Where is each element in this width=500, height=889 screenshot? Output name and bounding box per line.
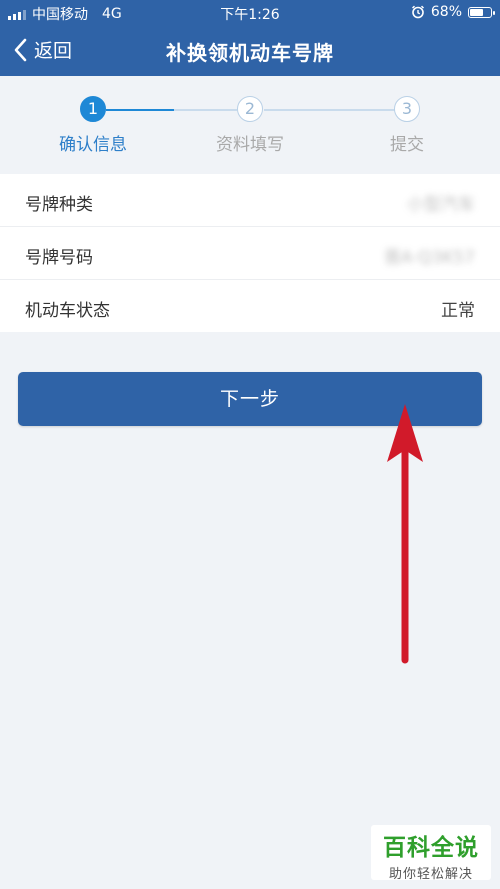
- plate-number-value: 晋A·Q3K57: [383, 248, 475, 268]
- step-1-number: 1: [80, 96, 106, 122]
- step-2-label: 资料填写: [216, 135, 284, 155]
- step-1: 1 确认信息: [43, 96, 143, 155]
- vehicle-status-value: 正常: [441, 301, 475, 321]
- progress-stepper: 1 确认信息 2 资料填写 3 提交: [0, 76, 500, 172]
- step-2-number: 2: [237, 96, 263, 122]
- nav-bar: 返回 补换领机动车号牌: [0, 26, 500, 76]
- step-2: 2 资料填写: [200, 96, 300, 155]
- battery-icon: [468, 6, 495, 18]
- baike-watermark-logo: 百科全说 助你轻松解决: [371, 825, 491, 882]
- alarm-icon: [411, 5, 424, 19]
- battery-percent: 68%: [430, 4, 462, 20]
- info-row-vehicle-status: 机动车状态 正常: [0, 280, 500, 332]
- status-bar: 中国移动 4G 下午1:26 68%: [0, 0, 500, 26]
- red-arrow-annotation: [387, 404, 423, 664]
- watermark-title: 百科全说: [383, 835, 479, 861]
- plate-type-label: 号牌种类: [25, 195, 93, 215]
- info-row-plate-type: 号牌种类 小型汽车: [0, 174, 500, 227]
- step-3-number: 3: [394, 96, 420, 122]
- info-row-plate-number: 号牌号码 晋A·Q3K57: [0, 227, 500, 280]
- plate-number-label: 号牌号码: [25, 248, 93, 268]
- vehicle-status-label: 机动车状态: [25, 301, 110, 321]
- step-3: 3 提交: [357, 96, 457, 155]
- vehicle-info-list: 号牌种类 小型汽车 号牌号码 晋A·Q3K57 机动车状态 正常: [0, 174, 500, 332]
- plate-type-value: 小型汽车: [407, 195, 475, 215]
- step-3-label: 提交: [390, 135, 424, 155]
- page-title: 补换领机动车号牌: [166, 41, 334, 65]
- status-right: 68%: [411, 4, 495, 20]
- watermark-subtitle: 助你轻松解决: [388, 867, 473, 882]
- step-1-label: 确认信息: [59, 135, 127, 155]
